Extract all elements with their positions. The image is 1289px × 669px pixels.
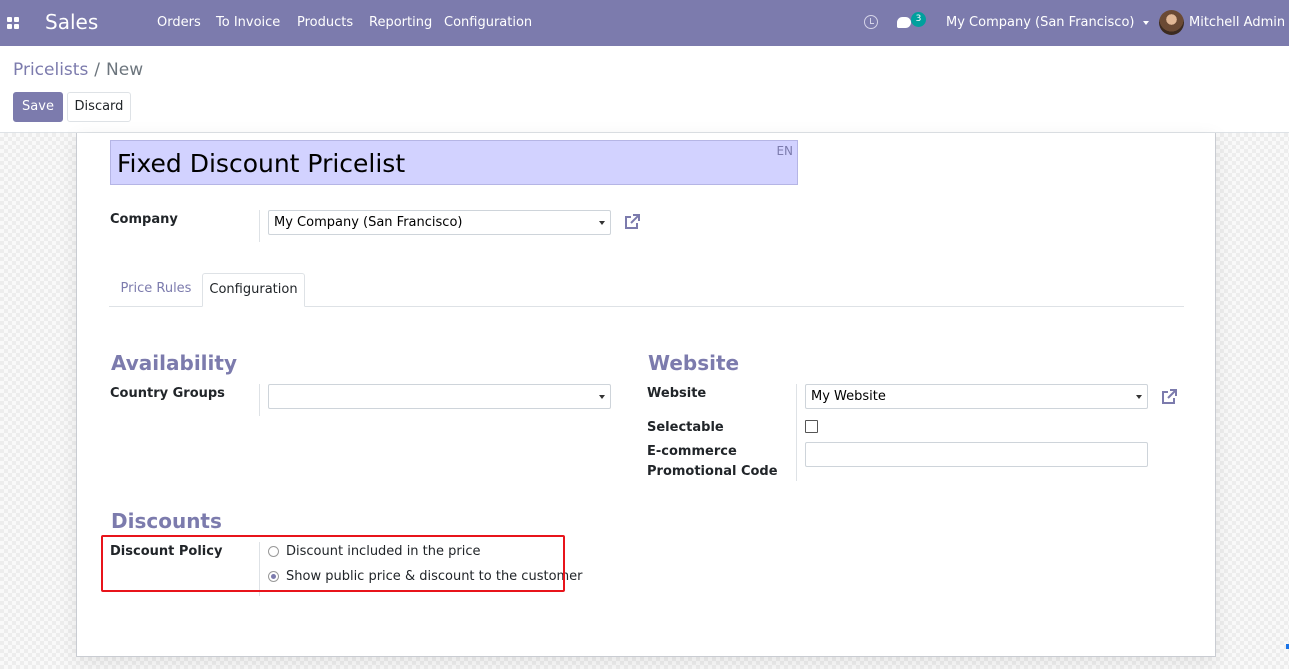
field-separator — [259, 210, 260, 242]
discard-button[interactable]: Discard — [67, 92, 131, 122]
apps-menu-icon[interactable] — [7, 17, 19, 29]
user-avatar[interactable] — [1159, 10, 1184, 35]
company-label: Company — [110, 212, 178, 227]
activity-clock-icon[interactable] — [864, 15, 878, 29]
company-switcher-label: My Company (San Francisco) — [946, 15, 1135, 30]
pricelist-name: Fixed Discount Pricelist — [117, 149, 406, 178]
website-select[interactable]: My Website — [805, 384, 1148, 409]
chevron-down-icon — [1136, 395, 1142, 399]
menu-configuration[interactable]: Configuration — [444, 15, 532, 30]
external-link-icon[interactable] — [623, 213, 641, 231]
website-select-value: My Website — [811, 389, 886, 404]
chevron-down-icon — [1143, 20, 1150, 25]
company-switcher[interactable]: My Company (San Francisco) — [946, 15, 1150, 30]
chevron-down-icon — [599, 221, 605, 225]
company-select[interactable]: My Company (San Francisco) — [268, 210, 611, 235]
menu-reporting[interactable]: Reporting — [369, 15, 432, 30]
discounts-heading: Discounts — [111, 509, 222, 533]
translate-language-button[interactable]: EN — [776, 144, 793, 158]
menu-to-invoice[interactable]: To Invoice — [216, 15, 280, 30]
website-heading: Website — [648, 351, 740, 375]
country-groups-label: Country Groups — [110, 386, 225, 401]
user-name: Mitchell Admin — [1189, 15, 1286, 30]
availability-heading: Availability — [111, 351, 237, 375]
country-groups-select[interactable] — [268, 384, 611, 409]
promo-code-label-line1: E-commerce — [647, 444, 737, 459]
app-name[interactable]: Sales — [45, 10, 98, 34]
breadcrumb-separator: / — [94, 60, 101, 80]
annotation-highlight-box — [101, 535, 565, 592]
external-link-icon[interactable] — [1160, 388, 1178, 406]
selectable-label: Selectable — [647, 420, 724, 435]
breadcrumb: Pricelists / New — [13, 60, 143, 80]
control-panel: Pricelists / New Save Discard — [0, 46, 1289, 133]
tab-price-rules[interactable]: Price Rules — [110, 273, 202, 307]
selectable-checkbox[interactable] — [805, 420, 818, 433]
chat-count-badge: 3 — [911, 12, 926, 27]
breadcrumb-pricelists[interactable]: Pricelists — [13, 60, 88, 80]
promo-code-input[interactable] — [805, 442, 1148, 467]
menu-orders[interactable]: Orders — [157, 15, 201, 30]
field-separator — [796, 384, 797, 481]
company-select-value: My Company (San Francisco) — [274, 215, 463, 230]
field-separator — [259, 384, 260, 416]
website-label: Website — [647, 386, 707, 401]
menu-products[interactable]: Products — [297, 15, 353, 30]
save-button[interactable]: Save — [13, 92, 63, 122]
tab-configuration[interactable]: Configuration — [202, 273, 305, 307]
chevron-down-icon — [599, 395, 605, 399]
breadcrumb-current: New — [106, 60, 144, 80]
top-navbar: Sales Orders To Invoice Products Reporti… — [0, 0, 1289, 46]
messaging-chat-icon[interactable] — [897, 17, 911, 28]
promo-code-label-line2: Promotional Code — [647, 464, 778, 479]
user-menu[interactable]: Mitchell Admin — [1189, 15, 1289, 30]
pricelist-name-field[interactable]: Fixed Discount Pricelist EN — [110, 140, 798, 185]
